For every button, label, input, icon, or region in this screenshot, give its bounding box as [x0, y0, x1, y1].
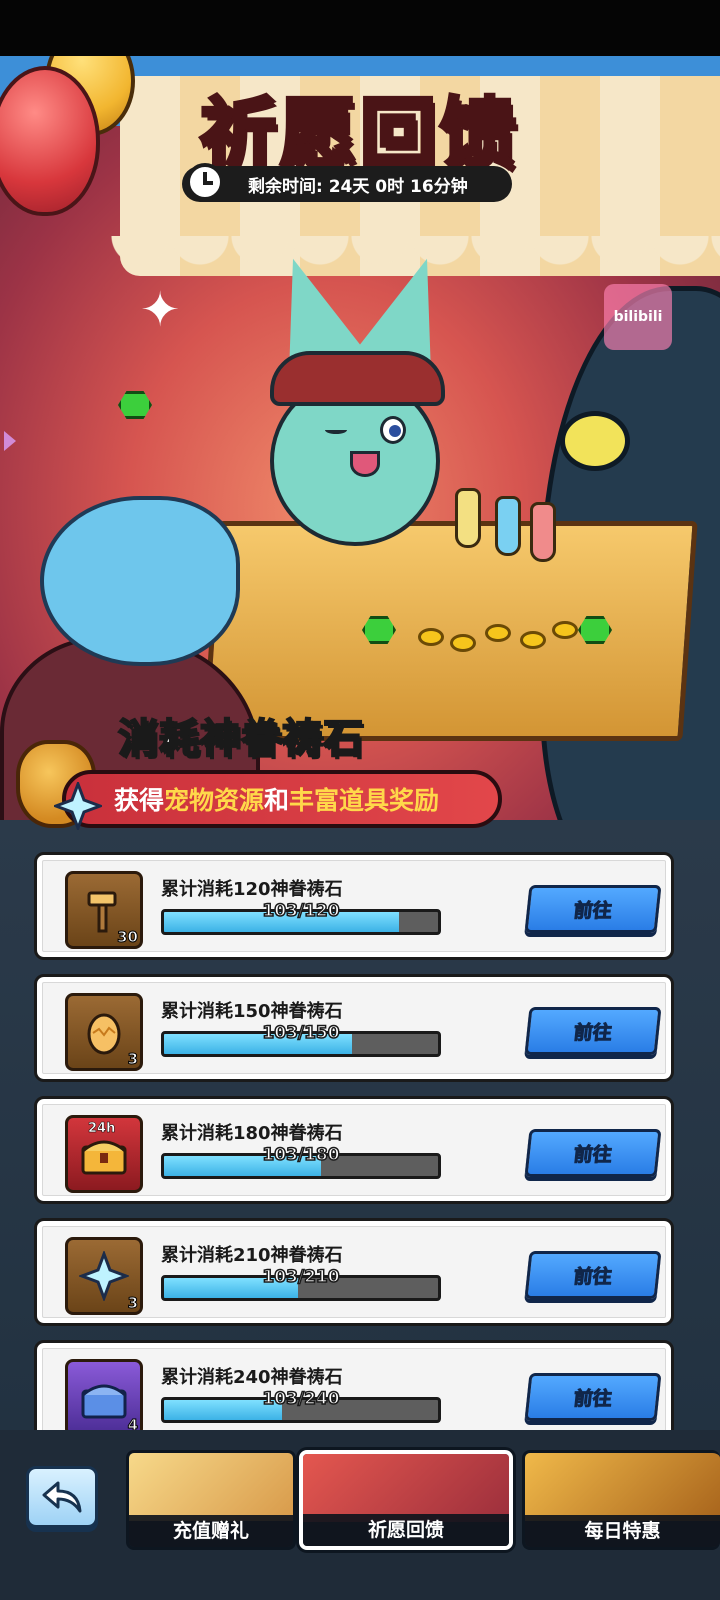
- tab-label: 每日特惠: [525, 1515, 720, 1547]
- task-label: 累计消耗210神眷祷石: [161, 1245, 343, 1266]
- progress-text: 103/120: [262, 900, 341, 922]
- go-button[interactable]: 前往: [524, 1373, 662, 1421]
- reward-count: 3: [127, 1294, 138, 1313]
- bottom-nav: 充值赠礼 祈愿回馈 每日特惠: [0, 1430, 720, 1600]
- star-crystal-icon: [79, 1251, 129, 1301]
- promo-title: 消耗神眷祷石: [117, 715, 364, 763]
- egg-icon: [87, 1013, 121, 1055]
- reward-slot[interactable]: 30: [65, 871, 143, 949]
- tab-art: [303, 1454, 509, 1522]
- promo-highlight: 丰富道具奖励: [289, 786, 440, 815]
- treasure-chest-icon: [81, 1140, 127, 1175]
- monster-eye: [560, 411, 630, 471]
- green-gem: [118, 391, 152, 419]
- back-button[interactable]: [26, 1466, 98, 1528]
- hero-character: [40, 496, 240, 666]
- tab-daily-deal[interactable]: 每日特惠: [522, 1450, 720, 1550]
- cat-eye: [325, 426, 347, 434]
- clock-icon: [186, 163, 224, 201]
- tab-art: [525, 1453, 720, 1521]
- task-row: 3 累计消耗210神眷祷石 103/210 前往: [34, 1218, 674, 1326]
- bilibili-watermark: bilibili: [604, 284, 672, 350]
- go-button[interactable]: 前往: [524, 1007, 662, 1055]
- progress-text: 103/210: [262, 1266, 341, 1288]
- task-label: 累计消耗150神眷祷石: [161, 1001, 343, 1022]
- tab-label: 充值赠礼: [129, 1515, 293, 1547]
- potion-bottle: [530, 502, 556, 562]
- promo-subtitle: 获得 宠物资源和丰富道具奖励: [62, 770, 502, 828]
- remaining-time: 剩余时间: 24天 0时 16分钟: [182, 166, 512, 202]
- progress-text: 103/180: [262, 1144, 341, 1166]
- gold-coin: [485, 624, 511, 642]
- tab-art: [129, 1453, 293, 1521]
- blue-chest-icon: [81, 1384, 127, 1419]
- promo-text: 和: [264, 786, 290, 815]
- reward-slot[interactable]: 24h: [65, 1115, 143, 1193]
- status-bar: [0, 0, 720, 56]
- progress-text: 103/150: [262, 1022, 341, 1044]
- reward-count: 30: [117, 928, 139, 947]
- go-button[interactable]: 前往: [524, 1129, 662, 1177]
- gold-coin: [520, 631, 546, 649]
- merchant-cat: [230, 246, 480, 556]
- reward-slot[interactable]: 3: [65, 993, 143, 1071]
- star-crystal-icon: [54, 782, 102, 830]
- go-button[interactable]: 前往: [524, 885, 662, 933]
- reward-count: 3: [127, 1050, 138, 1069]
- potion-bottle: [495, 496, 521, 556]
- duration-tag: 24h: [88, 1121, 116, 1137]
- task-row: 30 累计消耗120神眷祷石 103/120 前往: [34, 852, 674, 960]
- gold-coin: [450, 634, 476, 652]
- tab-recharge-gift[interactable]: 充值赠礼: [126, 1450, 296, 1550]
- go-button[interactable]: 前往: [524, 1251, 662, 1299]
- gold-coin: [418, 628, 444, 646]
- tab-label: 祈愿回馈: [303, 1514, 509, 1546]
- side-arrow-icon[interactable]: [4, 431, 16, 451]
- promo-highlight: 宠物资源: [164, 786, 265, 815]
- reward-slot[interactable]: 3: [65, 1237, 143, 1315]
- task-label: 累计消耗180神眷祷石: [161, 1123, 343, 1144]
- pirate-bandana: [270, 351, 445, 406]
- reward-slot[interactable]: 4: [65, 1359, 143, 1437]
- cat-mouth: [350, 451, 380, 477]
- task-row: 24h 累计消耗180神眷祷石 103/180 前往: [34, 1096, 674, 1204]
- tab-wish-feedback[interactable]: 祈愿回馈: [299, 1450, 513, 1550]
- task-label: 累计消耗240神眷祷石: [161, 1367, 343, 1388]
- sparkle-icon: ✦: [140, 282, 181, 338]
- progress-text: 103/240: [262, 1388, 341, 1410]
- promo-text: 获得: [114, 786, 165, 815]
- back-arrow-icon: [42, 1481, 82, 1513]
- cat-eye: [380, 416, 406, 444]
- task-label: 累计消耗120神眷祷石: [161, 879, 343, 900]
- task-row: 3 累计消耗150神眷祷石 103/150 前往: [34, 974, 674, 1082]
- gold-coin: [552, 621, 578, 639]
